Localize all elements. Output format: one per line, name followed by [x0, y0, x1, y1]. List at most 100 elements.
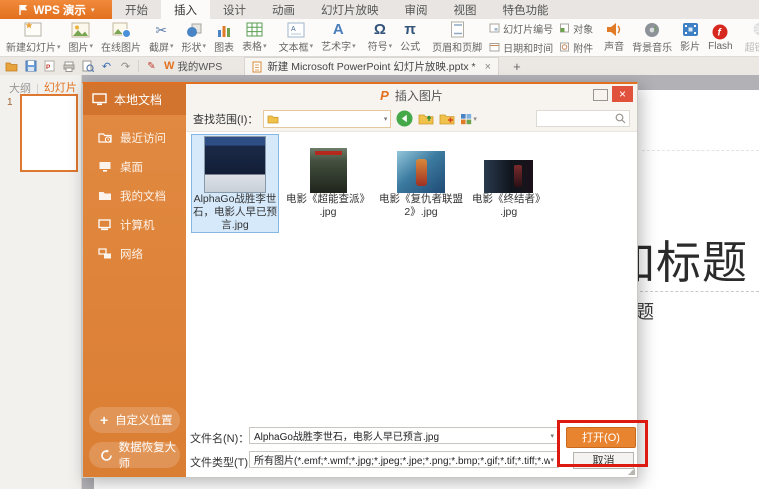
attachment-icon: [560, 42, 570, 52]
undo-icon[interactable]: ↶: [100, 60, 113, 73]
chevron-down-icon: ▾: [550, 432, 554, 440]
tab-design[interactable]: 设计: [210, 0, 259, 19]
folder-icon: [267, 115, 279, 123]
recovery-icon: [101, 449, 112, 461]
omega-icon: Ω: [373, 21, 386, 38]
dialog-form: 文件名(N)： AlphaGo战胜李世石，电影人早已预言.jpg ▾ 打开(O)…: [186, 423, 637, 477]
print-preview-icon[interactable]: [81, 60, 94, 73]
new-slide-button[interactable]: 新建幻灯片 ▾: [2, 19, 65, 56]
movie-button[interactable]: 影片: [676, 19, 704, 56]
filename-input[interactable]: AlphaGo战胜李世石，电影人早已预言.jpg ▾: [249, 427, 559, 444]
datetime-icon: [489, 43, 500, 52]
open-button[interactable]: 打开(O): [566, 427, 636, 448]
online-picture-icon: [112, 22, 131, 38]
view-mode-button[interactable]: ▾: [460, 113, 477, 125]
movie-icon: [682, 22, 699, 37]
attachment-button[interactable]: 附件: [559, 40, 593, 55]
resize-grip[interactable]: [628, 468, 635, 475]
sound-icon: [605, 22, 623, 37]
filetype-dropdown[interactable]: 所有图片(*.emf;*.wmf;*.jpg;*.jpeg;*.jpe;*.pn…: [249, 451, 559, 468]
filename-label: 文件名(N)：: [190, 433, 250, 445]
online-picture-button[interactable]: 在线图片: [97, 19, 145, 56]
hyperlink-icon: [751, 22, 759, 38]
header-footer-button[interactable]: 页眉和页脚: [428, 19, 486, 56]
shapes-button[interactable]: 形状 ▾: [178, 19, 211, 56]
tab-review[interactable]: 审阅: [392, 0, 441, 19]
chevron-down-icon: ▾: [263, 42, 267, 50]
screenshot-scissors-icon: ✂: [155, 21, 168, 38]
custom-location-button[interactable]: + 自定义位置: [89, 407, 180, 433]
picture-button[interactable]: 图片 ▾: [65, 19, 98, 56]
new-tab-button[interactable]: +: [513, 59, 521, 74]
redo-icon[interactable]: ↷: [119, 60, 132, 73]
object-button[interactable]: 对象: [559, 21, 593, 36]
dialog-sidebar: 本地文档 最近访问 桌面 我的文档 计算机 网络 + 自定义位置 数据恢复大师: [83, 84, 186, 477]
close-dialog-button[interactable]: ×: [612, 86, 633, 102]
export-pdf-icon[interactable]: P: [43, 60, 56, 73]
up-one-level-button[interactable]: [418, 112, 434, 125]
symbol-button[interactable]: Ω 符号 ▾: [364, 19, 397, 56]
wps-menu-label: WPS 演示: [33, 4, 86, 17]
screenshot-button[interactable]: ✂ 截屏 ▾: [145, 19, 178, 56]
tab-slideshow[interactable]: 幻灯片放映: [308, 0, 392, 19]
maximize-button[interactable]: [593, 89, 608, 101]
chevron-down-icon: ▾: [309, 43, 314, 50]
background-music-icon: ♪: [644, 22, 661, 38]
insert-picture-dialog: 本地文档 最近访问 桌面 我的文档 计算机 网络 + 自定义位置 数据恢复大师 …: [82, 82, 648, 478]
file-thumbnail: [309, 148, 347, 193]
network-icon: [98, 247, 111, 258]
sidebar-item-computer[interactable]: 计算机: [83, 210, 186, 239]
flash-button[interactable]: f Flash: [704, 19, 736, 56]
back-button[interactable]: [396, 110, 413, 127]
file-item-alphago[interactable]: AlphaGo战胜李世 石，电影人早已预 言.jpg: [191, 134, 279, 233]
cancel-button[interactable]: 取消: [573, 452, 634, 469]
formula-button[interactable]: π 公式: [396, 19, 424, 56]
toolbar-divider: [138, 60, 139, 72]
save-icon[interactable]: [24, 60, 37, 73]
my-wps-button[interactable]: W 我的WPS: [164, 59, 222, 74]
wordart-icon: A: [332, 21, 344, 38]
sidebar-item-local-docs[interactable]: 本地文档: [83, 84, 186, 115]
look-in-dropdown[interactable]: ▾: [263, 109, 392, 128]
look-in-label: 查找范围(I)：: [193, 113, 259, 126]
wordart-button[interactable]: A 艺术字 ▾: [317, 19, 360, 56]
chart-button[interactable]: 图表: [210, 19, 238, 56]
table-icon: [246, 22, 263, 37]
open-file-icon[interactable]: [5, 60, 18, 73]
chevron-down-icon: ▾: [170, 43, 174, 50]
tab-animation[interactable]: 动画: [259, 0, 308, 19]
slide-number-button[interactable]: 幻灯片编号: [489, 21, 553, 36]
file-item-avengers[interactable]: 电影《复仇者联盟 2》.jpg: [377, 134, 465, 220]
slide-thumbnail[interactable]: [20, 94, 78, 172]
print-icon[interactable]: [62, 60, 75, 73]
file-item-terminator[interactable]: 电影《终结者》 .jpg: [470, 134, 548, 220]
table-button[interactable]: 表格 ▾: [238, 19, 271, 56]
tab-home[interactable]: 开始: [112, 0, 161, 19]
sidebar-item-desktop[interactable]: 桌面: [83, 152, 186, 181]
chevron-down-icon: ▾: [202, 43, 207, 50]
close-tab-icon[interactable]: ×: [485, 61, 491, 73]
wps-menu-button[interactable]: WPS 演示 ▾: [0, 0, 112, 19]
search-input[interactable]: [536, 110, 630, 127]
folder-icon: [99, 192, 111, 200]
sidebar-item-recent[interactable]: 最近访问: [83, 123, 186, 152]
wps-flag-icon: [18, 4, 29, 16]
sidebar-item-my-documents[interactable]: 我的文档: [83, 181, 186, 210]
sound-button[interactable]: 声音: [600, 19, 628, 56]
data-recovery-button[interactable]: 数据恢复大师: [89, 442, 180, 470]
chevron-down-icon: ▾: [388, 42, 393, 50]
customize-toolbar-icon[interactable]: ✎: [145, 60, 158, 73]
file-thumbnail: [204, 136, 266, 193]
background-music-button[interactable]: ♪ 背景音乐: [628, 19, 676, 56]
new-folder-button[interactable]: [439, 112, 455, 125]
file-thumbnail: [484, 160, 534, 193]
textbox-button[interactable]: A 文本框 ▾: [275, 19, 318, 56]
document-tab[interactable]: 新建 Microsoft PowerPoint 幻灯片放映.pptx * ×: [244, 56, 500, 76]
sidebar-item-network[interactable]: 网络: [83, 239, 186, 268]
file-item-chappie[interactable]: 电影《超能查派》 .jpg: [284, 134, 372, 220]
tab-features[interactable]: 特色功能: [490, 0, 562, 19]
tab-insert[interactable]: 插入: [161, 0, 210, 19]
tab-view[interactable]: 视图: [441, 0, 490, 19]
dialog-title: 插入图片: [394, 88, 443, 103]
datetime-button[interactable]: 日期和时间: [489, 40, 553, 55]
